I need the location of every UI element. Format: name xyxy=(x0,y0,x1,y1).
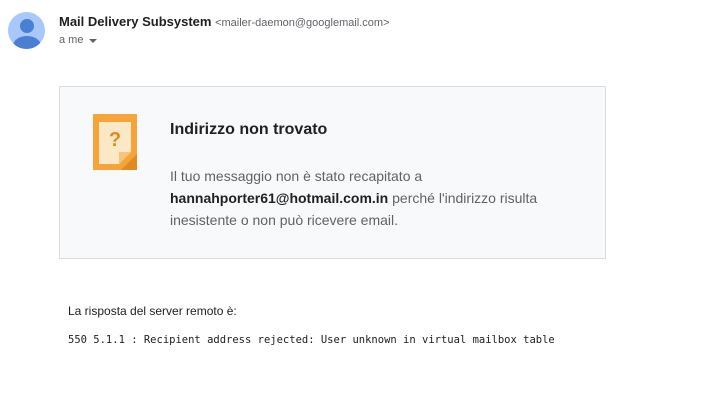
card-title: Indirizzo non trovato xyxy=(170,121,328,138)
recipient-address: hannahporter61@hotmail.com.in xyxy=(170,190,389,206)
sender-email: <mailer-daemon@googlemail.com> xyxy=(215,17,390,29)
question-mark-note-icon: ? xyxy=(93,114,137,170)
card-message: Il tuo messaggio non è stato recapitato … xyxy=(170,165,570,231)
delivery-failure-card: ? Indirizzo non trovato Il tuo messaggio… xyxy=(59,86,606,259)
sender-meta: Mail Delivery Subsystem <mailer-daemon@g… xyxy=(59,14,390,46)
avatar-body-shape xyxy=(12,36,41,49)
svg-text:?: ? xyxy=(109,129,121,151)
chevron-down-icon[interactable] xyxy=(89,39,98,43)
sender-name[interactable]: Mail Delivery Subsystem xyxy=(59,14,211,29)
message-header: Mail Delivery Subsystem <mailer-daemon@g… xyxy=(8,12,390,49)
server-response-label: La risposta del server remoto è: xyxy=(68,304,237,318)
recipients-label: a me xyxy=(59,34,84,46)
sender-avatar[interactable] xyxy=(8,12,45,49)
recipients-toggle[interactable]: a me xyxy=(59,34,390,46)
avatar-head-shape xyxy=(19,19,34,33)
sender-line: Mail Delivery Subsystem <mailer-daemon@g… xyxy=(59,14,390,31)
server-response-code: 550 5.1.1 : Recipient address rejected: … xyxy=(68,334,555,346)
message-text-before: Il tuo messaggio non è stato recapitato … xyxy=(170,168,423,184)
